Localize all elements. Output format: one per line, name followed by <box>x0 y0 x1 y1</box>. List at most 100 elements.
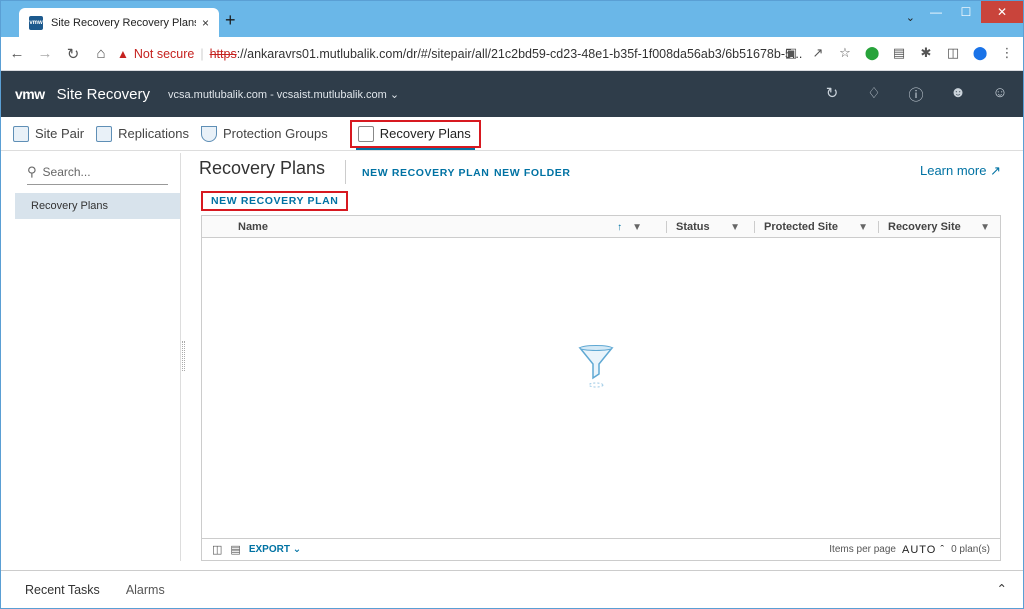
puzzle-icon[interactable]: ✱ <box>918 45 934 61</box>
expand-panel-icon[interactable]: ⌃ <box>997 581 1007 596</box>
share-icon[interactable]: ↗ <box>810 45 826 61</box>
new-recovery-plan-link[interactable]: NEW RECOVERY PLAN <box>362 167 489 179</box>
tab-title: Site Recovery Recovery Plans <box>51 16 196 29</box>
main-content: Recovery Plans NEW RECOVERY PLAN NEW FOL… <box>199 153 1005 561</box>
maximize-icon[interactable]: ☐ <box>951 1 981 23</box>
filter-icon[interactable]: ▼ <box>858 222 868 233</box>
shield-icon <box>200 125 217 142</box>
replications-icon <box>96 125 113 142</box>
column-status-label: Status <box>676 221 710 233</box>
home-icon[interactable]: ⌂ <box>89 45 113 62</box>
user-icon[interactable]: ☻ <box>949 84 967 105</box>
filter-icon[interactable]: ▼ <box>980 222 990 233</box>
column-separator <box>666 221 667 233</box>
tab-search-chevron-icon[interactable]: ⌄ <box>906 11 915 24</box>
site-pair-label: vcsa.mutlubalik.com - vcsaist.mutlubalik… <box>168 88 387 101</box>
tab-replications-label: Replications <box>118 126 189 141</box>
extension-doc-icon[interactable]: ▤ <box>891 45 907 61</box>
panel-splitter-handle[interactable] <box>182 341 185 371</box>
items-per-page-select[interactable]: AUTO ˆ <box>902 544 945 556</box>
tab-recovery-plans-label: Recovery Plans <box>379 126 471 141</box>
column-name[interactable]: Name ↑ ▼ <box>238 216 642 238</box>
export-label: EXPORT <box>248 544 290 555</box>
tree-item-label: Recovery Plans <box>31 200 109 212</box>
items-per-page-label: Items per page <box>829 544 896 555</box>
plan-count: 0 plan(s) <box>951 544 990 555</box>
empty-filter-funnel-icon <box>578 345 614 388</box>
sub-navigation: Site Pair Replications Protection Groups… <box>1 117 1023 151</box>
tab-replications[interactable]: Replications <box>96 117 189 151</box>
recent-tasks-tab[interactable]: Recent Tasks <box>25 583 100 597</box>
smiley-feedback-icon[interactable]: ☺ <box>991 84 1009 105</box>
tab-site-pair[interactable]: Site Pair <box>13 117 84 151</box>
back-arrow-icon[interactable]: ← <box>5 45 29 62</box>
warning-triangle-icon: ▲ <box>117 47 129 61</box>
left-tree-panel: ⚲ Search... Recovery Plans <box>15 153 181 561</box>
bell-icon[interactable]: ♢ <box>865 84 883 105</box>
browser-extension-icons: ▣ ↗ ☆ ⬤ ▤ ✱ ◫ ⬤ ⋮ <box>783 45 1015 61</box>
column-separator <box>754 221 755 233</box>
reload-icon[interactable]: ↻ <box>61 45 85 63</box>
app-header: vmw Site Recovery vcsa.mutlubalik.com - … <box>1 71 1023 117</box>
window-controls: — ☐ ✕ <box>921 1 1023 25</box>
column-status[interactable]: Status ▼ <box>676 216 740 238</box>
forward-arrow-icon[interactable]: → <box>33 45 57 62</box>
url-text: ://ankaravrs01.mutlubalik.com/dr/#/sitep… <box>236 47 803 61</box>
browser-window: vmw Site Recovery Recovery Plans × + ⌄ —… <box>0 0 1024 609</box>
sidepanel-icon[interactable]: ◫ <box>945 45 961 61</box>
column-recovery-site-label: Recovery Site <box>888 221 961 233</box>
site-pair-icon <box>13 125 29 142</box>
column-protected-site[interactable]: Protected Site ▼ <box>764 216 868 238</box>
chevron-down-icon: ⌄ <box>292 544 302 555</box>
tree-item-recovery-plans[interactable]: Recovery Plans <box>15 193 180 219</box>
tab-recovery-plans[interactable]: Recovery Plans <box>349 119 481 150</box>
column-separator <box>878 221 879 233</box>
search-icon: ⚲ <box>27 163 37 179</box>
bookmark-star-icon[interactable]: ☆ <box>837 45 853 61</box>
minimize-icon[interactable]: — <box>921 1 951 23</box>
vmware-logo: vmw <box>15 86 45 102</box>
tab-site-pair-label: Site Pair <box>35 126 85 141</box>
app-title: Site Recovery <box>56 85 150 103</box>
address-bar[interactable]: ▲ Not secure | https ://ankaravrs01.mutl… <box>117 42 877 66</box>
tab-protection-groups[interactable]: Protection Groups <box>200 117 328 151</box>
filter-icon[interactable]: ▼ <box>632 222 642 233</box>
column-recovery-site[interactable]: Recovery Site ▼ <box>888 216 990 238</box>
page-title: Recovery Plans <box>199 158 326 178</box>
compact-view-icon[interactable]: ▤ <box>230 543 240 556</box>
not-secure-label[interactable]: Not secure <box>134 47 194 61</box>
pagination: Items per page AUTO ˆ 0 plan(s) <box>829 544 990 556</box>
tab-protection-groups-label: Protection Groups <box>222 126 328 141</box>
column-toggle-icon[interactable]: ◫ <box>212 543 222 556</box>
alarms-tab[interactable]: Alarms <box>126 583 165 597</box>
learn-more-link[interactable]: Learn more ↗ <box>920 163 1001 179</box>
export-dropdown[interactable]: EXPORT ⌄ <box>249 544 301 555</box>
sort-ascending-icon[interactable]: ↑ <box>617 222 622 233</box>
items-per-page-value: AUTO <box>902 543 937 556</box>
column-protected-site-label: Protected Site <box>764 221 838 233</box>
vmware-favicon-icon: vmw <box>29 15 43 30</box>
grid-footer: ◫ ▤ EXPORT ⌄ Items per page AUTO ˆ 0 pla… <box>202 538 1000 560</box>
learn-more-label: Learn more <box>919 163 987 178</box>
help-icon[interactable]: ⓘ <box>907 84 925 105</box>
browser-menu-icon[interactable]: ⋮ <box>999 45 1015 61</box>
new-recovery-plan-button[interactable]: NEW RECOVERY PLAN <box>201 191 349 211</box>
site-pair-selector[interactable]: vcsa.mutlubalik.com - vcsaist.mutlubalik… <box>168 88 399 101</box>
window-close-icon[interactable]: ✕ <box>981 1 1023 23</box>
extension-green-icon[interactable]: ⬤ <box>864 45 880 61</box>
new-tab-button[interactable]: + <box>225 10 236 30</box>
new-folder-link[interactable]: NEW FOLDER <box>494 167 571 179</box>
profile-avatar-icon[interactable]: ⬤ <box>972 45 988 61</box>
search-placeholder: Search... <box>42 164 91 179</box>
browser-tabstrip: vmw Site Recovery Recovery Plans × + ⌄ —… <box>1 1 1023 37</box>
refresh-icon[interactable]: ↻ <box>823 84 841 105</box>
chevron-up-icon: ˆ <box>940 543 946 556</box>
document-list-icon <box>357 125 374 142</box>
url-scheme: https <box>209 47 237 61</box>
tab-close-icon[interactable]: × <box>202 16 209 30</box>
translate-icon[interactable]: ▣ <box>783 45 799 61</box>
header-actions: ↻ ♢ ⓘ ☻ ☺ <box>823 84 1009 105</box>
search-input[interactable]: ⚲ Search... <box>27 159 168 185</box>
browser-tab[interactable]: vmw Site Recovery Recovery Plans × <box>19 8 219 37</box>
filter-icon[interactable]: ▼ <box>730 222 740 233</box>
